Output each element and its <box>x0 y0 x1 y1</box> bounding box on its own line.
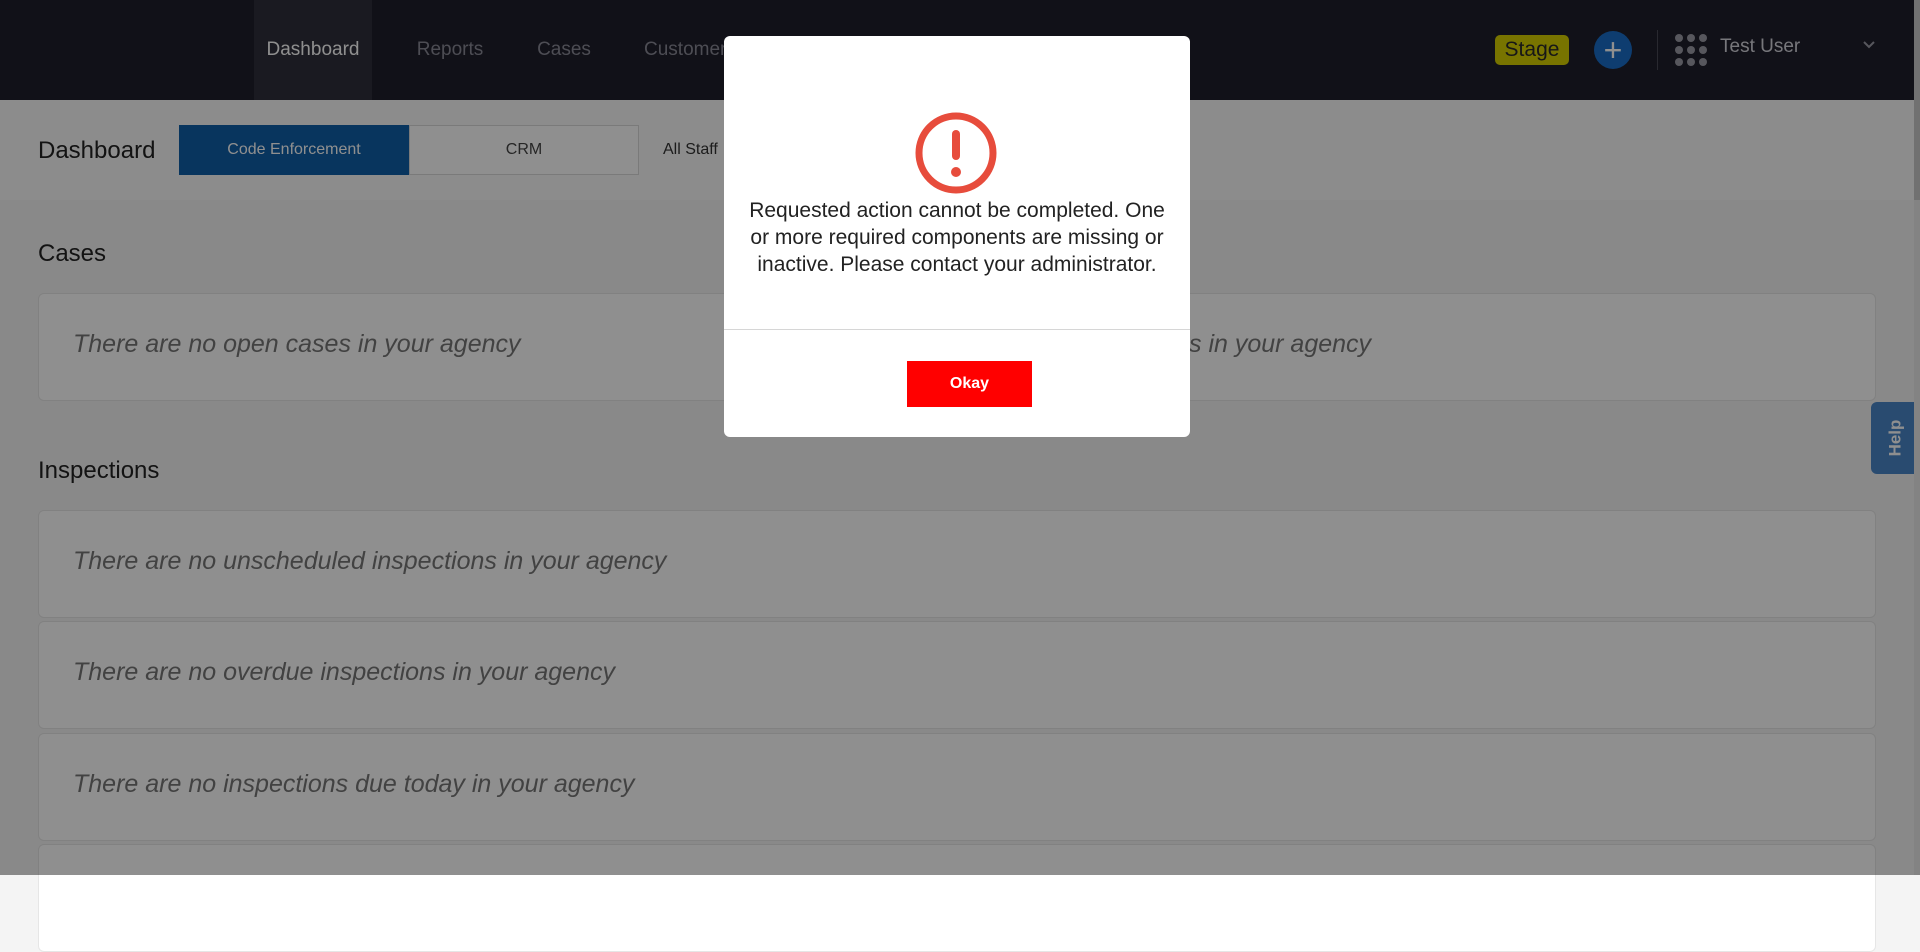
dialog-message: Requested action cannot be completed. On… <box>749 199 1165 276</box>
alert-circle-icon <box>915 112 997 194</box>
dialog-divider <box>724 329 1190 330</box>
error-dialog: Requested action cannot be completed. On… <box>724 36 1190 437</box>
okay-button[interactable]: Okay <box>907 361 1032 407</box>
